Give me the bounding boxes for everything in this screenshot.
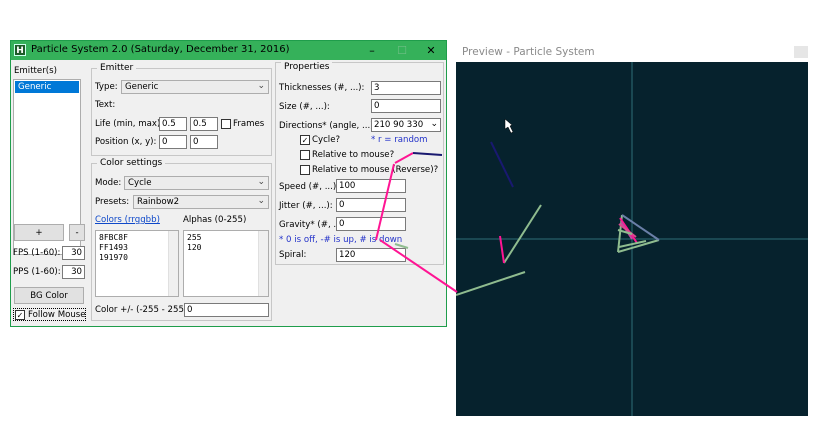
presets-select[interactable]: Rainbow2 ⌄ [133, 195, 269, 209]
particle-trail [456, 271, 526, 296]
maximize-icon[interactable]: ☐ [387, 41, 417, 60]
size-input[interactable]: 0 [371, 99, 441, 113]
emitter-legend: Emitter [97, 63, 137, 73]
particle-trail [503, 204, 542, 264]
life-min-input[interactable]: 0.5 [159, 117, 187, 131]
fps-input[interactable]: 30 [62, 246, 85, 260]
minimize-icon[interactable]: – [357, 41, 387, 60]
emitters-label: Emitter(s) [14, 66, 57, 76]
presets-label: Presets: [95, 197, 130, 207]
alpha-line: 255 [187, 233, 202, 242]
particle-trail [490, 141, 514, 188]
chevron-down-icon: ⌄ [430, 119, 438, 129]
speed-label: Speed (#, ...): [279, 182, 340, 192]
type-value: Generic [125, 82, 159, 92]
position-y-input[interactable]: 0 [190, 135, 218, 149]
chevron-down-icon: ⌄ [257, 81, 265, 91]
app-h-icon: H [14, 44, 26, 56]
color-settings-group: Color settings Mode: Cycle ⌄ Presets: Ra… [91, 158, 272, 321]
relative-mouse-label: Relative to mouse? [312, 150, 395, 160]
color-line: FF1493 [99, 243, 128, 252]
presets-value: Rainbow2 [137, 197, 180, 207]
properties-group: Properties Thicknesses (#, ...): 3 Size … [275, 62, 444, 265]
speed-input[interactable]: 100 [336, 179, 406, 193]
color-delta-label: Color +/- (-255 - 255): [95, 305, 191, 315]
preview-window: Preview - Particle System [454, 40, 810, 418]
colors-link[interactable]: Colors (rrggbb) [95, 215, 160, 225]
center-emitter-particles [617, 214, 660, 253]
jitter-label: Jitter (#, ...): [279, 201, 333, 211]
follow-mouse-checkbox[interactable]: ✓ Follow Mouse [13, 308, 86, 321]
bg-color-button[interactable]: BG Color [14, 287, 84, 304]
preview-canvas[interactable] [456, 62, 808, 416]
color-line: 8FBC8F [99, 233, 128, 242]
mode-label: Mode: [95, 178, 122, 188]
pps-input[interactable]: 30 [62, 265, 85, 279]
text-label: Text: [95, 100, 116, 110]
relative-mouse-reverse-label: Relative to mouse (Reverse)? [312, 165, 439, 175]
preview-title: Preview - Particle System [462, 46, 595, 58]
thickness-label: Thicknesses (#, ...): [279, 83, 365, 93]
mode-value: Cycle [128, 178, 152, 188]
title-bar[interactable]: H Particle System 2.0 (Saturday, Decembe… [11, 41, 446, 60]
life-label: Life (min, max): [95, 119, 164, 129]
frames-label: Frames [233, 119, 265, 129]
type-label: Type: [95, 82, 118, 92]
position-label: Position (x, y): [95, 137, 157, 147]
close-icon[interactable]: ✕ [416, 41, 446, 60]
cycle-checkbox[interactable]: ✓ [300, 135, 310, 145]
alpha-line: 120 [187, 243, 202, 252]
alphas-label: Alphas (0-255) [183, 215, 247, 225]
random-note: * r = random [371, 135, 428, 145]
colors-scrollbar[interactable] [168, 231, 178, 296]
chevron-down-icon: ⌄ [257, 177, 265, 187]
emitter-list-item[interactable]: Generic [15, 81, 79, 93]
particle-system-window: H Particle System 2.0 (Saturday, Decembe… [10, 40, 447, 327]
left-particles [456, 141, 542, 296]
text-input[interactable] [119, 98, 269, 112]
relative-mouse-reverse-checkbox[interactable] [300, 165, 310, 175]
particle-render [456, 62, 808, 416]
mode-select[interactable]: Cycle ⌄ [124, 176, 269, 190]
window-title: Particle System 2.0 (Saturday, December … [31, 44, 290, 55]
directions-label: Directions* (angle, ...): [279, 121, 377, 131]
thickness-input[interactable]: 3 [371, 81, 441, 95]
directions-input[interactable]: 210 90 330 ⌄ [371, 118, 441, 132]
fps-label: FPS (1-60): [13, 248, 61, 258]
color-settings-legend: Color settings [97, 158, 166, 168]
spiral-input[interactable]: 120 [336, 248, 406, 262]
remove-emitter-button[interactable]: - [69, 224, 85, 241]
frames-checkbox[interactable] [221, 119, 231, 129]
color-delta-input[interactable]: 0 [184, 303, 269, 317]
type-select[interactable]: Generic ⌄ [121, 80, 269, 94]
directions-value: 210 90 330 [374, 120, 424, 130]
colors-textarea[interactable]: 8FBC8F FF1493 191970 [95, 230, 179, 297]
pps-label: PPS (1-60): [13, 267, 61, 277]
size-label: Size (#, ...): [279, 102, 330, 112]
chevron-down-icon: ⌄ [257, 196, 265, 206]
checkbox-checked-icon: ✓ [15, 310, 25, 320]
particle-trail [499, 235, 505, 264]
gravity-input[interactable]: 0 [336, 217, 406, 231]
life-max-input[interactable]: 0.5 [190, 117, 218, 131]
spiral-label: Spiral: [279, 250, 307, 260]
mouse-cursor-icon [504, 118, 514, 134]
follow-mouse-label: Follow Mouse [28, 310, 86, 320]
cycle-label: Cycle? [312, 135, 341, 145]
alphas-textarea[interactable]: 255 120 [183, 230, 269, 297]
gravity-note: * 0 is off, -# is up, # is down [279, 235, 403, 245]
relative-mouse-checkbox[interactable] [300, 150, 310, 160]
position-x-input[interactable]: 0 [159, 135, 187, 149]
properties-legend: Properties [281, 62, 333, 72]
jitter-input[interactable]: 0 [336, 198, 406, 212]
emitter-group: Emitter Type: Generic ⌄ Text: Life (min,… [91, 63, 272, 156]
alphas-scrollbar[interactable] [258, 231, 268, 296]
add-emitter-button[interactable]: + [14, 224, 64, 241]
preview-close-icon[interactable] [794, 46, 808, 58]
color-line: 191970 [99, 253, 128, 262]
